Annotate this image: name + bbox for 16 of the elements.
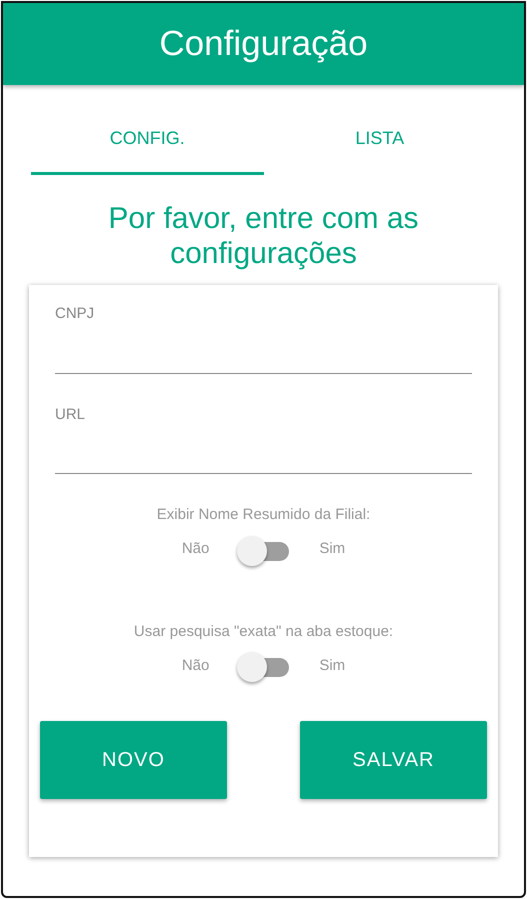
toggle-switch[interactable] [237,651,292,681]
tab[interactable]: LISTA [264,111,496,175]
field-label: CNPJ [55,304,96,324]
toggle-label: Usar pesquisa "exata" na aba estoque: [132,622,394,642]
option-label: Não [182,539,210,560]
toggle-switch[interactable] [237,534,292,564]
header-title: Configuração [159,22,368,65]
option-label: Sim [319,656,346,676]
tab[interactable]: CONFIG. [31,111,264,175]
action-button[interactable]: SALVAR [300,721,487,799]
action-button[interactable]: NOVO [40,721,227,799]
option-label: Não [182,656,210,676]
toggle-label: Exibir Nome Resumido da Filial: [156,505,372,525]
heading: Por favor, entre com as configurações [107,201,420,271]
field-label: URL [55,404,86,424]
option-label: Sim [319,539,346,560]
